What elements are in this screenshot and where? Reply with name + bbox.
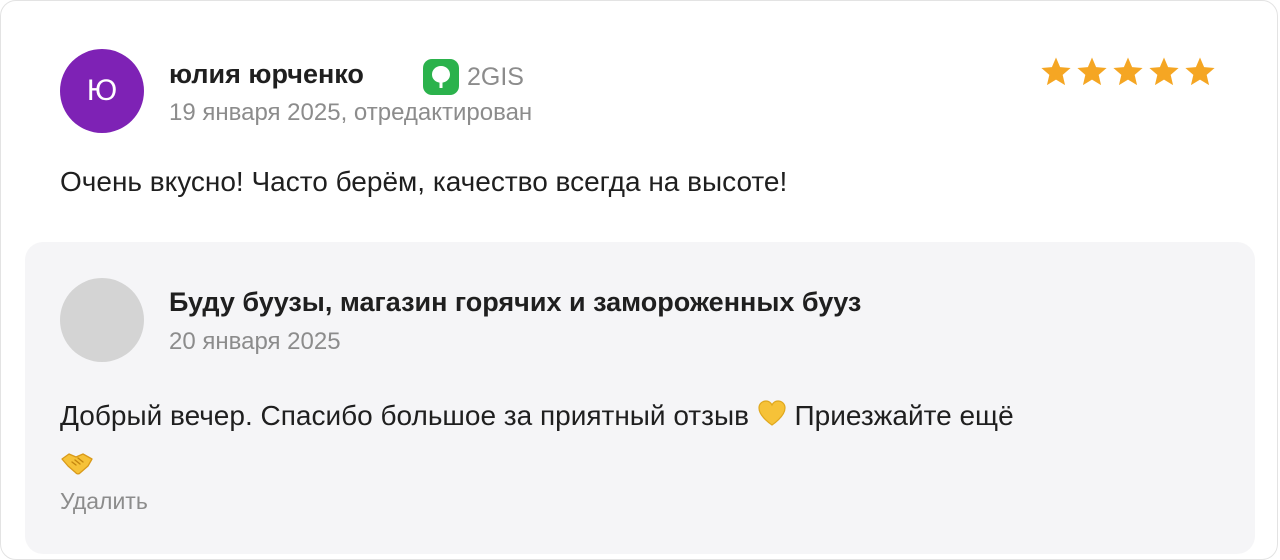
author-name[interactable]: юлия юрченко <box>169 59 364 90</box>
star-icon <box>1113 57 1143 86</box>
author-avatar: Ю <box>60 49 144 133</box>
review-source: 2GIS <box>423 59 524 95</box>
owner-reply: Буду буузы, магазин горячих и замороженн… <box>25 242 1255 554</box>
review-text: Очень вкусно! Часто берём, качество всег… <box>60 166 788 197</box>
review-card: Ю юлия юрченко 2GIS 19 января 2025, отре… <box>0 0 1278 560</box>
reply-text-start: Добрый вечер. Спасибо большое за приятны… <box>60 400 749 431</box>
owner-avatar <box>60 278 144 362</box>
2gis-logo-icon <box>423 59 459 95</box>
reply-text-end: Приезжайте ещё <box>794 400 1014 431</box>
review-date: 19 января 2025, отредактирован <box>169 99 533 126</box>
yellow-heart-icon <box>757 394 787 442</box>
reply-text: Добрый вечер. Спасибо большое за приятны… <box>60 392 1220 491</box>
source-label: 2GIS <box>467 62 524 91</box>
reply-date: 20 января 2025 <box>169 328 341 355</box>
star-icon <box>1149 57 1179 86</box>
star-icon <box>1077 57 1107 86</box>
delete-reply-link[interactable]: Удалить <box>60 488 148 515</box>
author-initial: Ю <box>86 74 118 107</box>
handshake-icon <box>60 443 94 491</box>
star-icon <box>1041 57 1071 86</box>
owner-name[interactable]: Буду буузы, магазин горячих и замороженн… <box>169 287 861 318</box>
star-icon <box>1185 57 1215 86</box>
star-rating <box>1039 55 1217 89</box>
